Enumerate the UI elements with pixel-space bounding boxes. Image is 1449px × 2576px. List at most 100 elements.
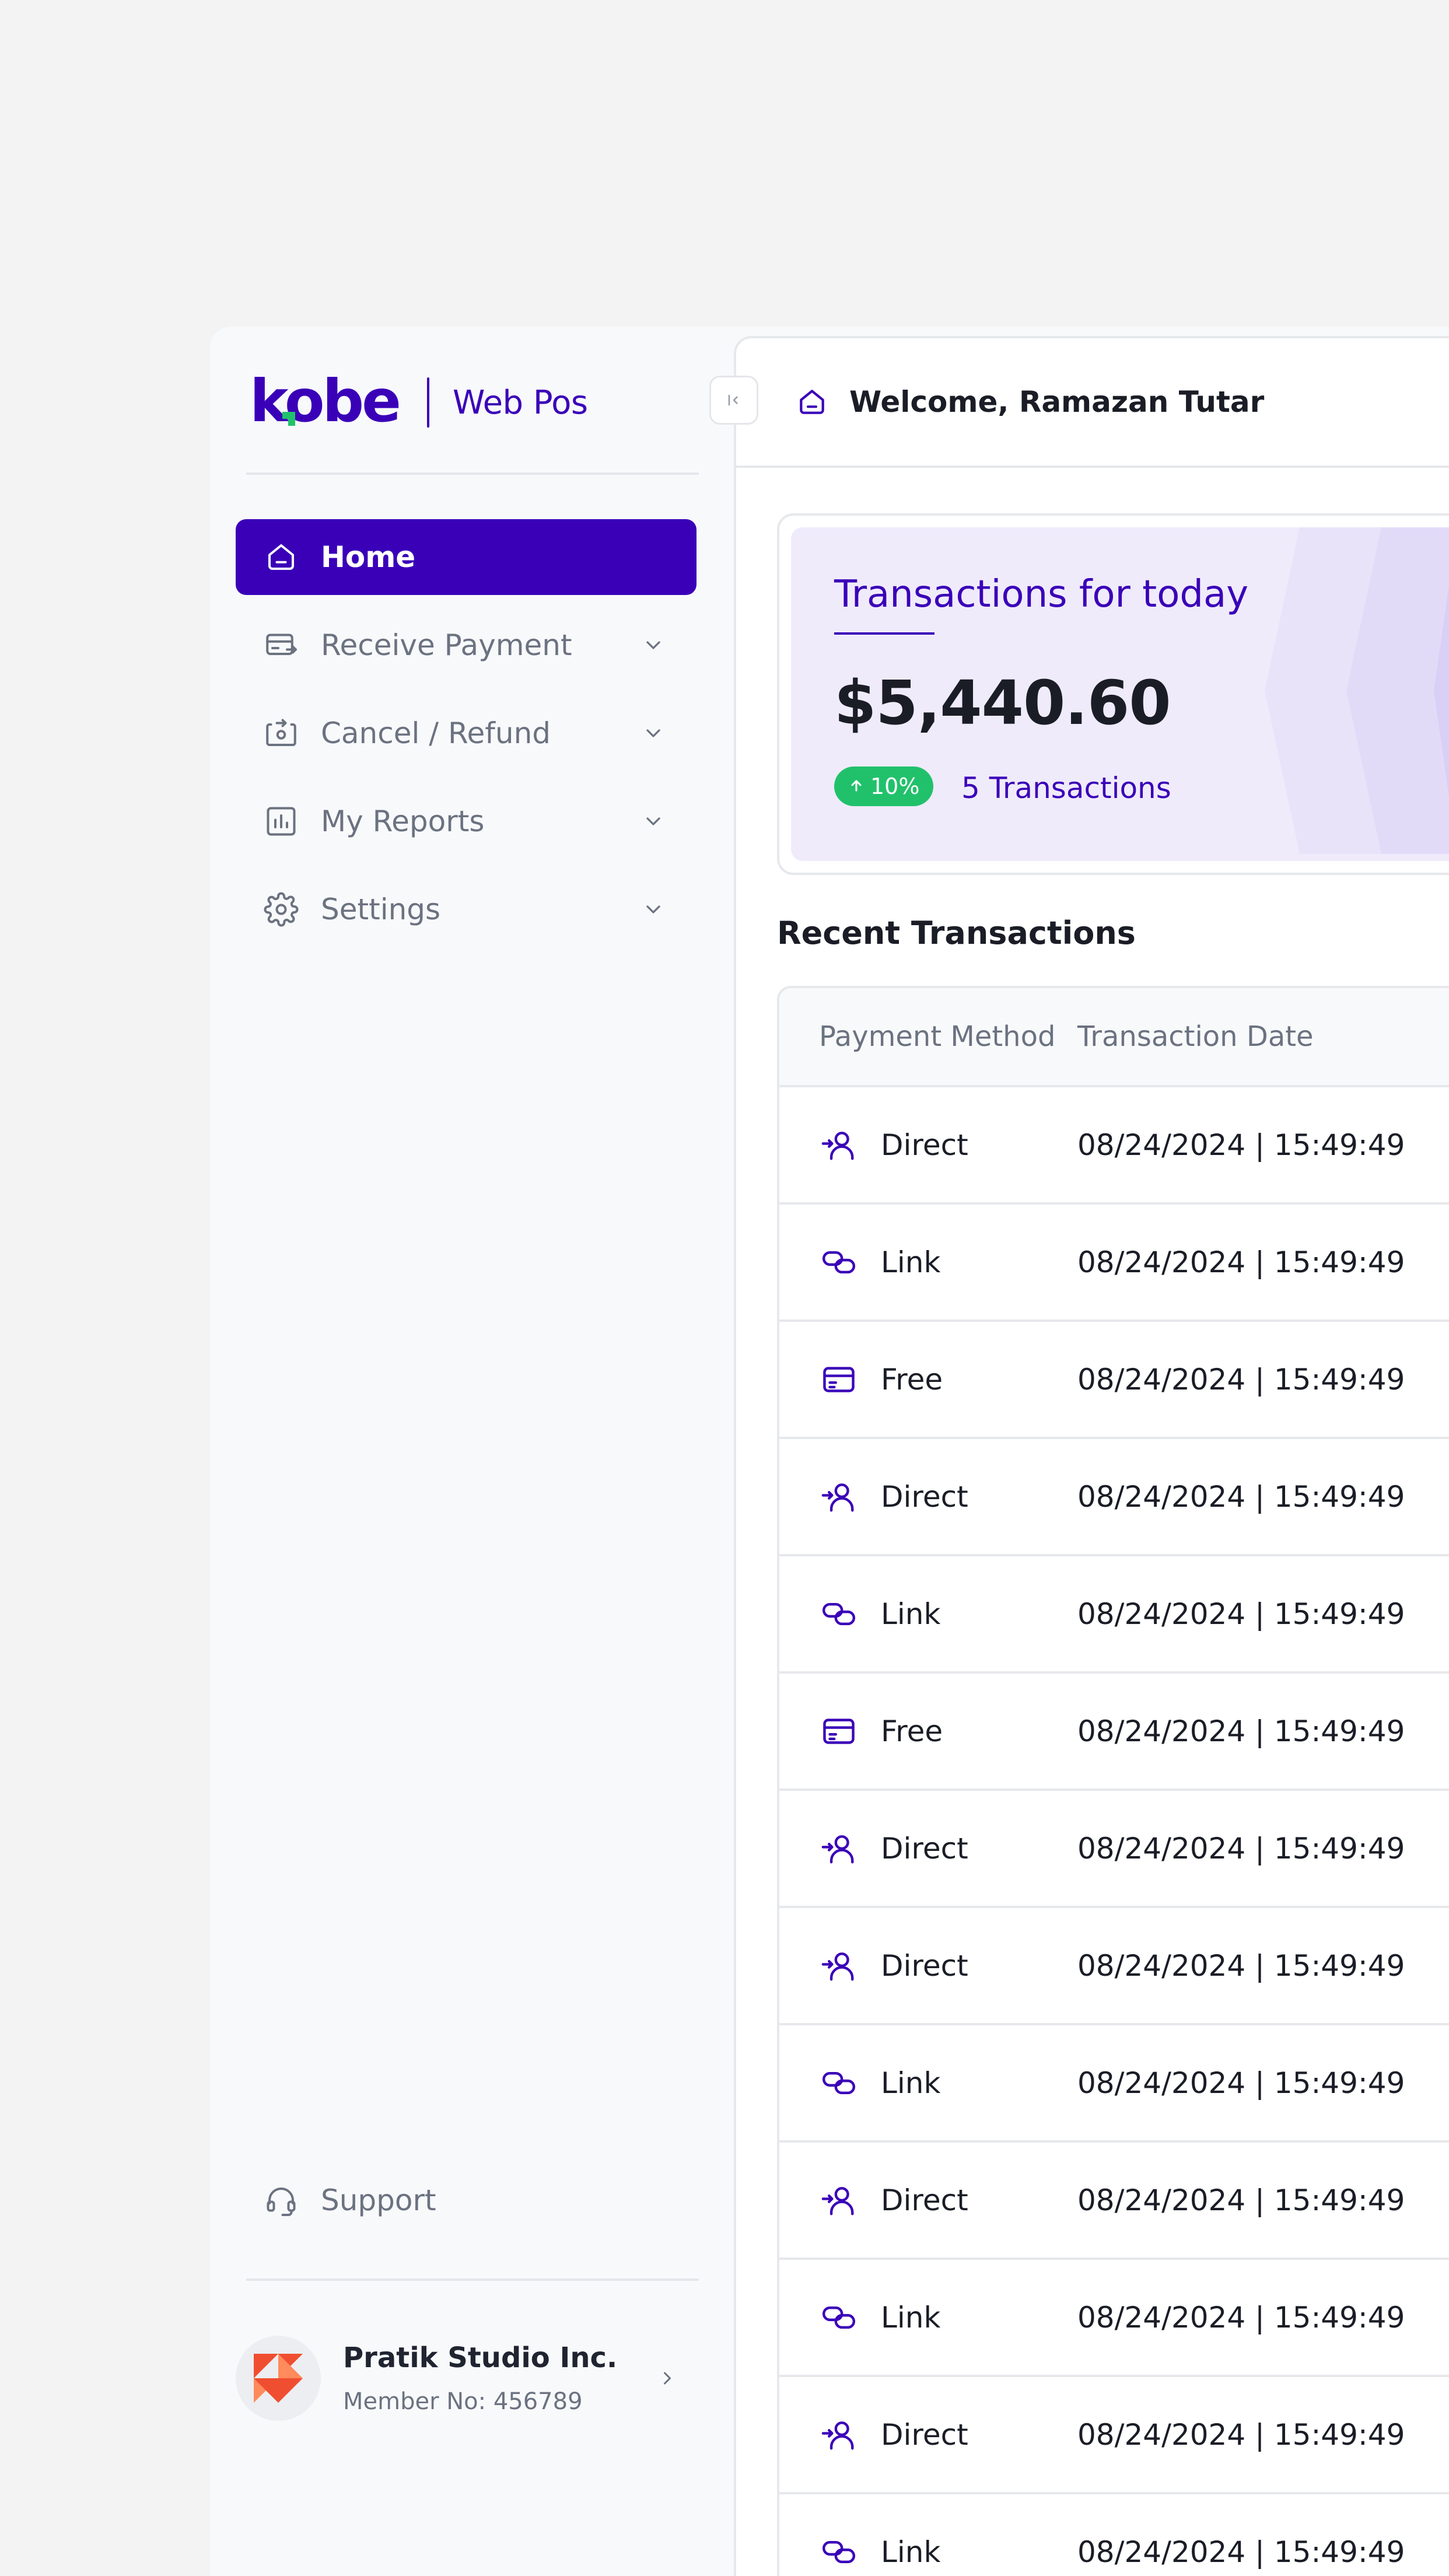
arrow-up-icon (848, 774, 864, 799)
table-row[interactable]: Direct 08/24/2024 | 15:49:49 (779, 1439, 1449, 1556)
summary-panel: Transactions for today $5,440.60 10% 5 T… (791, 527, 1449, 861)
top-bar: Welcome, Ramazan Tutar (736, 338, 1449, 468)
table-row[interactable]: Direct 08/24/2024 | 15:49:49 (779, 1791, 1449, 1908)
card-icon (819, 1712, 859, 1751)
payment-method-label: Link (881, 1597, 941, 1631)
table-row[interactable]: Link 08/24/2024 | 15:49:49 (779, 2494, 1449, 2576)
payment-method-cell: Direct (779, 1829, 1077, 1868)
collapse-sidebar-button[interactable] (709, 376, 758, 425)
table-row[interactable]: Free 08/24/2024 | 15:49:49 (779, 1674, 1449, 1791)
chevron-right-icon[interactable] (650, 2361, 685, 2396)
sidebar-item-my-reports[interactable]: My Reports (236, 783, 696, 859)
chevron-down-icon[interactable] (636, 804, 671, 839)
table-body: Direct 08/24/2024 | 15:49:49 Link 08/24/202… (779, 1087, 1449, 2576)
kobe-logo: kobe (250, 374, 401, 430)
reports-icon (262, 803, 300, 840)
table-row[interactable]: Direct 08/24/2024 | 15:49:49 (779, 2143, 1449, 2260)
transaction-date-cell: 08/24/2024 | 15:49:49 (1077, 2300, 1405, 2334)
chevron-down-icon[interactable] (636, 892, 671, 927)
table-row[interactable]: Direct 08/24/2024 | 15:49:49 (779, 1908, 1449, 2025)
payment-method-cell: Direct (779, 2415, 1077, 2455)
table-row[interactable]: Free 08/24/2024 | 15:49:49 (779, 1322, 1449, 1439)
transaction-date-cell: 08/24/2024 | 15:49:49 (1077, 2535, 1405, 2569)
payment-method-cell: Link (779, 2298, 1077, 2337)
transaction-date-cell: 08/24/2024 | 15:49:49 (1077, 2417, 1405, 2452)
payment-method-cell: Free (779, 1360, 1077, 1399)
brand-divider (427, 377, 429, 428)
transaction-date-cell: 08/24/2024 | 15:49:49 (1077, 2183, 1405, 2217)
payment-method-cell: Direct (779, 1946, 1077, 1986)
profile-card[interactable]: Pratik Studio Inc. Member No: 456789 (236, 2334, 696, 2422)
payment-method-label: Link (881, 1245, 941, 1279)
user-arrow-icon (819, 2415, 859, 2455)
column-header-payment-method[interactable]: Payment Method (779, 1020, 1077, 1053)
transaction-date-cell: 08/24/2024 | 15:49:49 (1077, 1714, 1405, 1748)
link-icon (819, 1594, 859, 1634)
sidebar-divider (246, 2278, 699, 2281)
change-badge: 10% (834, 766, 934, 806)
payment-method-label: Direct (881, 2183, 968, 2217)
transaction-date-cell: 08/24/2024 | 15:49:49 (1077, 2066, 1405, 2100)
payment-method-label: Free (881, 1714, 943, 1748)
payment-method-label: Direct (881, 1128, 968, 1162)
payment-method-label: Link (881, 2300, 941, 2334)
transaction-date-cell: 08/24/2024 | 15:49:49 (1077, 1245, 1405, 1279)
transactions-summary-card: Transactions for today $5,440.60 10% 5 T… (777, 513, 1449, 875)
payment-method-cell: Direct (779, 1477, 1077, 1517)
transaction-date-cell: 08/24/2024 | 15:49:49 (1077, 1831, 1405, 1866)
chevron-down-icon[interactable] (636, 628, 671, 663)
refund-icon (262, 715, 300, 752)
headset-icon (262, 2182, 300, 2219)
table-row[interactable]: Link 08/24/2024 | 15:49:49 (779, 2260, 1449, 2377)
payment-method-label: Direct (881, 2417, 968, 2452)
payment-method-label: Free (881, 1362, 943, 1396)
table-row[interactable]: Link 08/24/2024 | 15:49:49 (779, 1556, 1449, 1674)
column-header-transaction-date[interactable]: Transaction Date (1077, 1020, 1449, 1053)
home-icon (793, 383, 831, 421)
change-percent: 10% (870, 774, 920, 799)
transactions-count[interactable]: 5 Transactions (961, 771, 1171, 805)
profile-info: Pratik Studio Inc. Member No: 456789 (343, 2342, 650, 2415)
welcome-text: Welcome, Ramazan Tutar (849, 385, 1265, 419)
payment-method-cell: Direct (779, 2180, 1077, 2220)
sidebar-item-support[interactable]: Support (262, 2182, 436, 2219)
summary-title-underline (834, 632, 935, 635)
user-arrow-icon (819, 1125, 859, 1165)
payment-method-cell: Link (779, 1594, 1077, 1634)
payment-method-label: Direct (881, 1831, 968, 1866)
sidebar-item-label: Settings (321, 892, 441, 926)
transaction-date-cell: 08/24/2024 | 15:49:49 (1077, 1948, 1405, 1983)
payment-method-label: Link (881, 2066, 941, 2100)
sidebar-item-label: Home (321, 540, 416, 574)
sidebar-item-receive-payment[interactable]: Receive Payment (236, 607, 696, 683)
table-row[interactable]: Direct 08/24/2024 | 15:49:49 (779, 1087, 1449, 1205)
gear-icon (262, 891, 300, 928)
link-icon (819, 2298, 859, 2337)
svg-text:kobe: kobe (250, 374, 399, 430)
table-row[interactable]: Link 08/24/2024 | 15:49:49 (779, 2025, 1449, 2143)
transaction-date-cell: 08/24/2024 | 15:49:49 (1077, 1362, 1405, 1396)
sidebar-nav: Home Receive Payment Cancel / Refund My … (236, 519, 696, 960)
sidebar-item-home[interactable]: Home (236, 519, 696, 595)
sidebar-item-settings[interactable]: Settings (236, 872, 696, 947)
payment-method-cell: Free (779, 1712, 1077, 1751)
chevron-down-icon[interactable] (636, 716, 671, 751)
kobe-logo-mark: kobe (250, 374, 401, 430)
transaction-date-cell: 08/24/2024 | 15:49:49 (1077, 1597, 1405, 1631)
link-icon (819, 1242, 859, 1282)
user-arrow-icon (819, 2180, 859, 2220)
sidebar-item-label: My Reports (321, 804, 485, 838)
sidebar: kobe Web Pos Home Receive Payment Cancel… (210, 327, 734, 2576)
sidebar-item-cancel-refund[interactable]: Cancel / Refund (236, 695, 696, 771)
main-content: Welcome, Ramazan Tutar Transactions for … (734, 336, 1449, 2576)
link-icon (819, 2532, 859, 2572)
summary-amount: $5,440.60 (834, 667, 1171, 738)
payment-method-label: Link (881, 2535, 941, 2569)
table-row[interactable]: Direct 08/24/2024 | 15:49:49 (779, 2377, 1449, 2494)
sidebar-divider (246, 473, 699, 475)
support-label: Support (321, 2183, 436, 2217)
payment-method-cell: Link (779, 2063, 1077, 2103)
table-row[interactable]: Link 08/24/2024 | 15:49:49 (779, 1205, 1449, 1322)
brand[interactable]: kobe Web Pos (250, 373, 588, 432)
receive-payment-icon (262, 626, 300, 664)
